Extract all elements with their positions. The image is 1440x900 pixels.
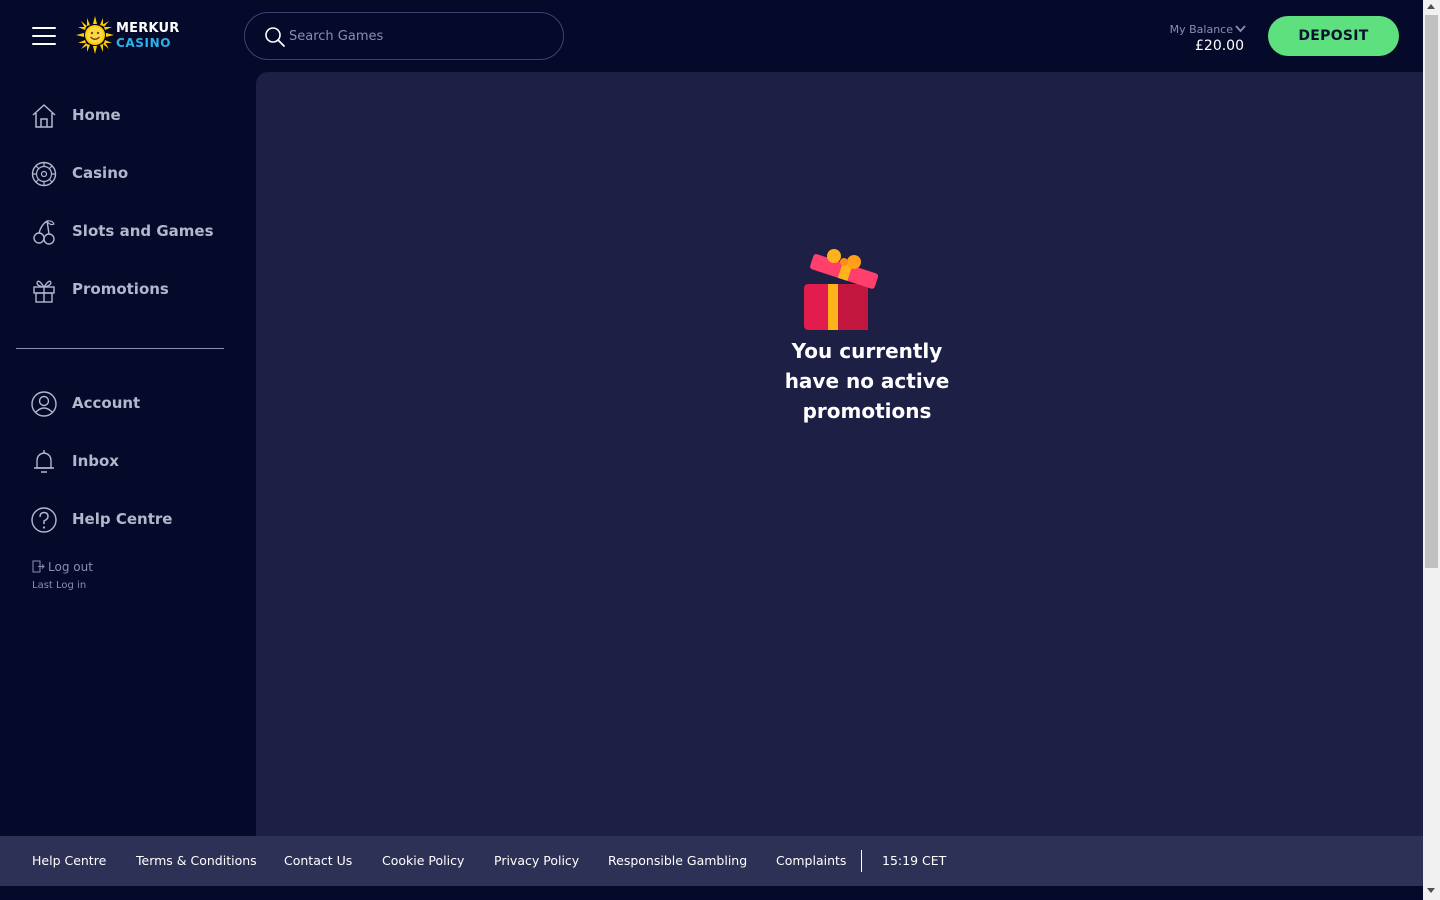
footer-link-terms[interactable]: Terms & Conditions <box>136 853 257 868</box>
sidebar-item-label: Account <box>72 394 141 412</box>
footer-clock: 15:19 CET <box>882 853 947 868</box>
scroll-up-arrow-icon[interactable] <box>1427 4 1435 9</box>
logout-label: Log out <box>48 560 93 574</box>
chevron-down-icon <box>1235 24 1246 32</box>
sidebar-item-home[interactable]: Home <box>30 100 240 132</box>
gift-illustration-icon <box>804 249 878 330</box>
logo-text-casino: CASINO <box>116 36 172 50</box>
last-login-label: Last Log in <box>32 580 87 591</box>
question-icon <box>31 507 57 533</box>
sidebar-item-label: Help Centre <box>72 510 173 528</box>
logo-text-merkur: MERKUR <box>116 21 180 36</box>
roulette-icon <box>31 161 57 187</box>
footer-divider <box>861 850 862 872</box>
cherries-icon <box>33 220 55 245</box>
deposit-button[interactable]: DEPOSIT <box>1268 16 1399 56</box>
footer-link-contact[interactable]: Contact Us <box>284 853 352 868</box>
home-icon <box>32 104 56 128</box>
footer-link-cookie-policy[interactable]: Cookie Policy <box>382 853 464 868</box>
sidebar-item-label: Casino <box>72 164 129 182</box>
sidebar-item-promotions[interactable]: Promotions <box>30 274 240 306</box>
no-promotions-message: You currently have no active promotions <box>729 336 1005 426</box>
search-icon <box>265 27 285 47</box>
sidebar-item-label: Home <box>72 106 121 124</box>
sidebar-item-label: Promotions <box>72 280 169 298</box>
sidebar-divider <box>16 348 224 349</box>
merkur-casino-logo[interactable]: MERKUR CASINO <box>76 16 180 56</box>
footer-link-responsible-gambling[interactable]: Responsible Gambling <box>608 853 747 868</box>
main-content: You currently have no active promotions <box>256 72 1423 836</box>
sidebar-item-label: Slots and Games <box>72 222 214 240</box>
balance-value: £20.00 <box>1195 38 1244 54</box>
footer-link-complaints[interactable]: Complaints <box>776 853 846 868</box>
sidebar-item-inbox[interactable]: Inbox <box>30 446 240 478</box>
sun-logo-icon <box>76 16 114 54</box>
balance-dropdown[interactable]: My Balance £20.00 <box>1150 18 1246 54</box>
footer-link-privacy-policy[interactable]: Privacy Policy <box>494 853 579 868</box>
logout-icon <box>32 560 45 573</box>
footer-link-help-centre[interactable]: Help Centre <box>32 853 106 868</box>
bell-icon <box>34 450 54 473</box>
sidebar-item-help-centre[interactable]: Help Centre <box>30 504 240 536</box>
sidebar-item-slots-and-games[interactable]: Slots and Games <box>30 216 240 248</box>
user-icon <box>31 391 57 417</box>
menu-icon[interactable] <box>32 26 56 46</box>
gift-icon <box>33 280 55 303</box>
scroll-down-arrow-icon[interactable] <box>1427 888 1435 893</box>
sidebar-item-account[interactable]: Account <box>30 388 240 420</box>
sidebar: Home Casino Slots and Games Promotions A… <box>0 72 256 836</box>
page-scrollbar[interactable] <box>1423 0 1440 900</box>
footer: Help Centre Terms & Conditions Contact U… <box>0 836 1423 886</box>
balance-label: My Balance <box>1169 23 1233 36</box>
bottom-strip <box>0 886 1423 900</box>
search-input[interactable] <box>289 25 549 47</box>
message-line: promotions <box>802 399 932 423</box>
top-header: MERKUR CASINO My Balance £20.00 DEPOSIT <box>0 0 1423 72</box>
message-line: You currently <box>791 339 943 363</box>
sidebar-item-casino[interactable]: Casino <box>30 158 240 190</box>
logout-link[interactable]: Log out <box>32 559 152 577</box>
search-box[interactable] <box>244 12 564 60</box>
scrollbar-thumb[interactable] <box>1425 15 1438 568</box>
sidebar-item-label: Inbox <box>72 452 119 470</box>
message-line: have no active <box>784 369 950 393</box>
